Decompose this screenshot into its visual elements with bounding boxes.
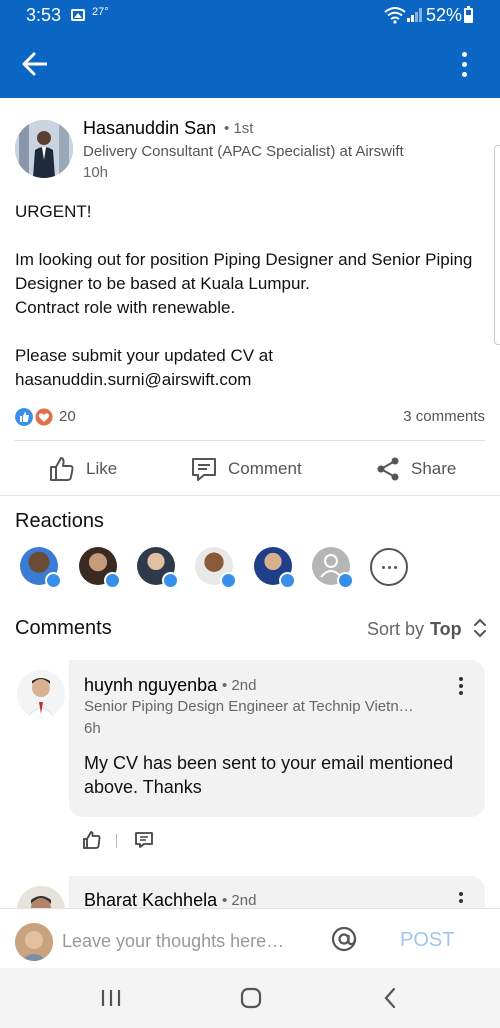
battery-icon	[464, 6, 473, 23]
like-badge-icon	[337, 572, 354, 589]
like-label: Like	[86, 459, 118, 478]
author-avatar[interactable]	[15, 120, 73, 178]
post-body-line: Im looking out for position Piping Desig…	[15, 250, 473, 293]
share-button[interactable]: Share	[375, 452, 456, 486]
comment-text: My CV has been sent to your email mentio…	[84, 753, 454, 797]
status-temperature: 27°	[92, 6, 109, 18]
like-badge-icon	[220, 572, 237, 589]
comment-button[interactable]: Comment	[190, 452, 302, 486]
sort-value[interactable]: Top	[430, 619, 462, 640]
status-time: 3:53	[26, 5, 62, 25]
home-icon[interactable]	[240, 986, 262, 1010]
reactor-avatar[interactable]	[137, 547, 179, 589]
status-bar: 3:53 27° 52%	[0, 0, 500, 30]
signal-icon	[407, 8, 422, 22]
commenter-name[interactable]: huynh nguyenba	[84, 675, 217, 696]
like-badge-icon	[104, 572, 121, 589]
app-bar	[0, 30, 500, 98]
love-reaction-icon	[35, 408, 53, 426]
recent-apps-icon[interactable]	[100, 986, 122, 1010]
sort-chevron-icon[interactable]	[473, 617, 487, 639]
comment-label: Comment	[228, 459, 302, 478]
divider	[116, 834, 117, 848]
commenter-photo	[17, 670, 65, 718]
like-badge-icon	[279, 572, 296, 589]
divider	[0, 495, 500, 496]
scrollbar[interactable]	[494, 145, 500, 345]
commenter-avatar[interactable]	[17, 670, 65, 718]
comment-menu-icon[interactable]	[458, 892, 464, 906]
battery-percent: 52%	[426, 5, 463, 25]
reactor-avatar[interactable]	[20, 547, 62, 589]
comment-time: 6h	[84, 720, 101, 737]
commenter-headline: Senior Piping Design Engineer at Technip…	[84, 698, 414, 715]
more-reactions-button[interactable]	[370, 548, 408, 586]
post-body-line: Please submit your updated CV at hasanud…	[15, 346, 273, 389]
like-badge-icon	[45, 572, 62, 589]
my-avatar	[15, 923, 53, 961]
my-photo	[15, 923, 53, 961]
like-badge-icon	[162, 572, 179, 589]
commenter-degree: • 2nd	[222, 677, 257, 694]
comment-count[interactable]: 3 comments	[403, 408, 485, 425]
mention-icon[interactable]	[330, 925, 358, 953]
author-degree: • 1st	[224, 120, 254, 137]
author-photo	[15, 120, 73, 178]
reactions-title: Reactions	[15, 510, 104, 532]
reaction-count[interactable]: 20	[59, 408, 76, 425]
post-time: 10h	[83, 164, 109, 181]
like-reaction-icon	[15, 408, 33, 426]
comment-reply-icon[interactable]	[134, 831, 154, 849]
comment-icon	[192, 458, 216, 481]
comment-like-icon[interactable]	[82, 830, 102, 850]
reactor-avatar[interactable]	[79, 547, 121, 589]
reactor-avatar[interactable]	[254, 547, 296, 589]
reactor-avatar-placeholder[interactable]	[312, 547, 354, 589]
system-nav-bar	[0, 968, 500, 1028]
thumbs-up-icon	[50, 457, 74, 481]
gallery-icon	[71, 9, 85, 21]
overflow-menu-icon[interactable]	[455, 50, 475, 80]
comment-composer: POST	[0, 908, 500, 968]
post-button[interactable]: POST	[400, 929, 454, 952]
post-body-line: Contract role with renewable.	[15, 298, 236, 317]
like-button[interactable]: Like	[48, 452, 117, 486]
comment-input[interactable]	[62, 927, 312, 955]
sort-label[interactable]: Sort by	[367, 619, 424, 640]
divider	[15, 440, 485, 441]
share-label: Share	[411, 459, 457, 478]
post-body: URGENT! Im looking out for position Pipi…	[15, 200, 485, 392]
share-icon	[377, 457, 399, 481]
author-name[interactable]: Hasanuddin San	[83, 118, 216, 139]
comments-title: Comments	[15, 617, 112, 639]
back-arrow-icon[interactable]	[20, 50, 50, 78]
back-icon[interactable]	[382, 986, 398, 1010]
post-body-line: URGENT!	[15, 202, 92, 221]
author-headline: Delivery Consultant (APAC Specialist) at…	[83, 143, 404, 160]
comment-menu-icon[interactable]	[458, 677, 464, 697]
social-counts[interactable]: 20 3 comments	[15, 406, 485, 430]
commenter-degree: • 2nd	[222, 892, 257, 909]
wifi-icon	[384, 7, 406, 24]
reactor-avatar[interactable]	[195, 547, 237, 589]
